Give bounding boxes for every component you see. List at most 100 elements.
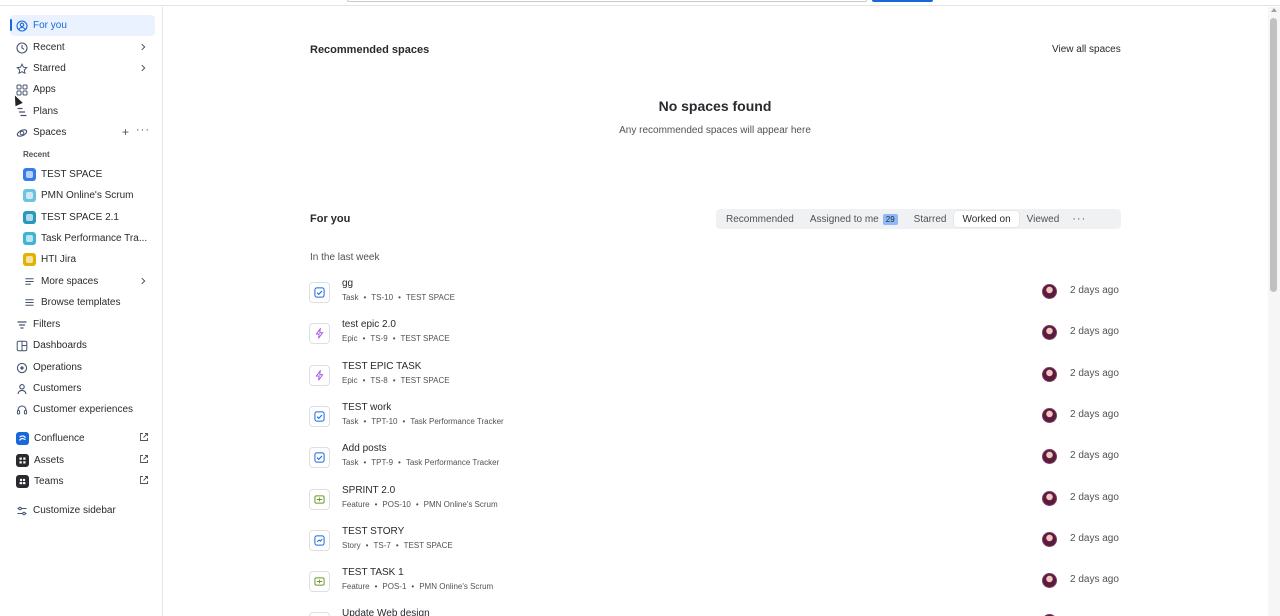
work-item-space: Task Performance Tracker xyxy=(405,458,500,468)
work-item-key[interactable]: TPT-9 xyxy=(371,458,393,467)
separator: • xyxy=(363,458,367,468)
work-item-key[interactable]: POS-10 xyxy=(382,500,410,509)
work-item-space: Task Performance Tracker xyxy=(410,416,504,426)
sidebar: For you Recent Starred Apps Plans Spaces… xyxy=(2,7,163,616)
sidebar-item-customer-experiences[interactable]: Customer experiences xyxy=(10,399,155,420)
sidebar-item-browse-templates[interactable]: Browse templates xyxy=(16,292,155,313)
scroll-up-arrow-icon[interactable] xyxy=(1271,8,1277,12)
tab-recommended[interactable]: Recommended xyxy=(718,211,802,227)
task-icon xyxy=(309,282,330,303)
work-item-title[interactable]: Update Web design xyxy=(342,608,430,616)
view-all-spaces-link[interactable]: View all spaces xyxy=(1052,44,1121,55)
chevron-right-icon[interactable] xyxy=(137,62,149,74)
work-item-title[interactable]: TEST STORY xyxy=(342,526,404,537)
work-item-row[interactable]: test epic 2.0 Epic • TS-9 • TEST SPACE 2 days … xyxy=(308,316,1121,354)
sidebar-item-spaces[interactable]: Spaces + ··· xyxy=(10,122,155,143)
work-item-row[interactable]: TEST TASK 1 Feature • POS-1 • PMN Online's Sc… xyxy=(308,564,1121,602)
sidebar-item-label: Dashboards xyxy=(33,340,87,351)
work-item-key[interactable]: TS-10 xyxy=(371,293,393,302)
create-button[interactable] xyxy=(872,0,933,2)
sidebar-item-customers[interactable]: Customers xyxy=(10,378,155,399)
active-indicator xyxy=(10,19,12,31)
work-item-type: Epic xyxy=(342,375,358,385)
add-space-icon[interactable]: + xyxy=(122,125,129,139)
tab-label: Assigned to me xyxy=(809,213,879,225)
sidebar-item-for-you[interactable]: For you xyxy=(10,15,155,36)
work-item-title[interactable]: SPRINT 2.0 xyxy=(342,485,395,496)
work-item-timestamp: 2 days ago xyxy=(1070,450,1119,462)
space-avatar xyxy=(23,168,36,181)
sidebar-space-item[interactable]: HTI Jira xyxy=(16,249,155,270)
tab-starred[interactable]: Starred xyxy=(906,211,955,227)
recent-spaces-label: Recent xyxy=(23,150,50,159)
spaces-icon xyxy=(16,127,28,139)
work-item-title[interactable]: TEST EPIC TASK xyxy=(342,361,421,372)
work-item-type: Feature xyxy=(342,499,370,509)
tab-viewed[interactable]: Viewed xyxy=(1019,211,1068,227)
task-icon xyxy=(309,405,330,427)
sidebar-item-more-spaces[interactable]: More spaces xyxy=(16,271,155,292)
work-item-row[interactable]: gg Task • TS-10 • TEST SPACE 2 days ago xyxy=(308,275,1121,313)
sidebar-item-label: Plans xyxy=(33,106,59,117)
work-item-row[interactable]: TEST EPIC TASK Epic • TS-8 • TEST SPACE 2 days… xyxy=(308,358,1121,396)
sidebar-item-plans[interactable]: Plans xyxy=(10,101,155,122)
sidebar-item-operations[interactable]: Operations xyxy=(10,357,155,378)
sidebar-item-assets[interactable]: Assets xyxy=(10,450,155,471)
space-label: TEST SPACE 2.1 xyxy=(41,212,119,223)
tab-assigned-to-me[interactable]: Assigned to me 29 xyxy=(802,211,906,227)
work-item-space: PMN Online's Scrum xyxy=(419,582,494,592)
sidebar-item-confluence[interactable]: Confluence xyxy=(10,428,155,449)
sidebar-item-recent[interactable]: Recent xyxy=(10,37,155,58)
operations-icon xyxy=(16,362,28,374)
separator: • xyxy=(415,499,419,509)
work-item-row[interactable]: TEST work Task • TPT-10 • Task Performance Tr… xyxy=(308,399,1121,437)
sidebar-item-dashboards[interactable]: Dashboards xyxy=(10,335,155,356)
search-input[interactable] xyxy=(347,0,867,2)
chevron-right-icon[interactable] xyxy=(137,275,149,287)
sidebar-space-item[interactable]: Task Performance Tra... xyxy=(16,228,155,249)
work-item-row[interactable]: TEST STORY Story • TS-7 • TEST SPACE 2 days ag… xyxy=(308,523,1121,561)
sidebar-item-customize[interactable]: Customize sidebar xyxy=(10,500,155,521)
work-item-space: TEST SPACE xyxy=(403,540,453,550)
work-item-row[interactable]: Update Web design xyxy=(308,605,1121,616)
more-options-icon[interactable]: ··· xyxy=(136,124,150,136)
work-item-row[interactable]: Add posts Task • TPT-9 • Task Performance Tra… xyxy=(308,440,1121,478)
work-item-meta: Task • TPT-9 • Task Performance Tracker xyxy=(342,458,499,467)
sidebar-space-item[interactable]: PMN Online's Scrum xyxy=(16,185,155,206)
space-label: TEST SPACE xyxy=(41,169,103,180)
work-item-key[interactable]: TS-9 xyxy=(370,334,387,343)
task-icon xyxy=(309,612,330,616)
empty-state-title: No spaces found xyxy=(163,98,1267,114)
sidebar-item-starred[interactable]: Starred xyxy=(10,58,155,79)
work-item-key[interactable]: POS-1 xyxy=(382,582,406,591)
work-item-key[interactable]: TPT-10 xyxy=(371,417,397,426)
person-icon xyxy=(16,383,28,395)
scrollbar-thumb[interactable] xyxy=(1270,18,1277,292)
tab-label: Viewed xyxy=(1026,213,1060,225)
separator: • xyxy=(411,582,415,592)
work-item-space: TEST SPACE xyxy=(405,293,455,302)
work-item-row[interactable]: SPRINT 2.0 Feature • POS-10 • PMN Online's Sc… xyxy=(308,482,1121,520)
external-link-icon xyxy=(139,454,149,464)
scrollbar[interactable] xyxy=(1268,7,1280,616)
tab-label: Starred xyxy=(913,213,947,225)
chevron-right-icon[interactable] xyxy=(137,41,149,53)
work-item-title[interactable]: TEST TASK 1 xyxy=(342,567,404,578)
sidebar-space-item[interactable]: TEST SPACE 2.1 xyxy=(16,207,155,228)
work-item-title[interactable]: TEST work xyxy=(342,402,391,413)
work-item-title[interactable]: Add posts xyxy=(342,443,386,454)
tab-label: Worked on xyxy=(962,213,1011,225)
more-tabs-icon[interactable]: ··· xyxy=(1067,211,1091,227)
tab-worked-on[interactable]: Worked on xyxy=(954,211,1019,227)
sidebar-item-filters[interactable]: Filters xyxy=(10,314,155,335)
clock-icon xyxy=(16,41,28,54)
sidebar-item-label: Assets xyxy=(34,455,65,466)
sidebar-item-teams[interactable]: Teams xyxy=(10,471,155,492)
separator: • xyxy=(392,334,396,344)
sidebar-item-apps[interactable]: Apps xyxy=(10,79,155,100)
work-item-title[interactable]: test epic 2.0 xyxy=(342,319,396,330)
work-item-key[interactable]: TS-7 xyxy=(373,541,390,550)
work-item-key[interactable]: TS-8 xyxy=(370,376,387,385)
sidebar-space-item[interactable]: TEST SPACE xyxy=(16,164,155,185)
work-item-title[interactable]: gg xyxy=(342,278,353,289)
